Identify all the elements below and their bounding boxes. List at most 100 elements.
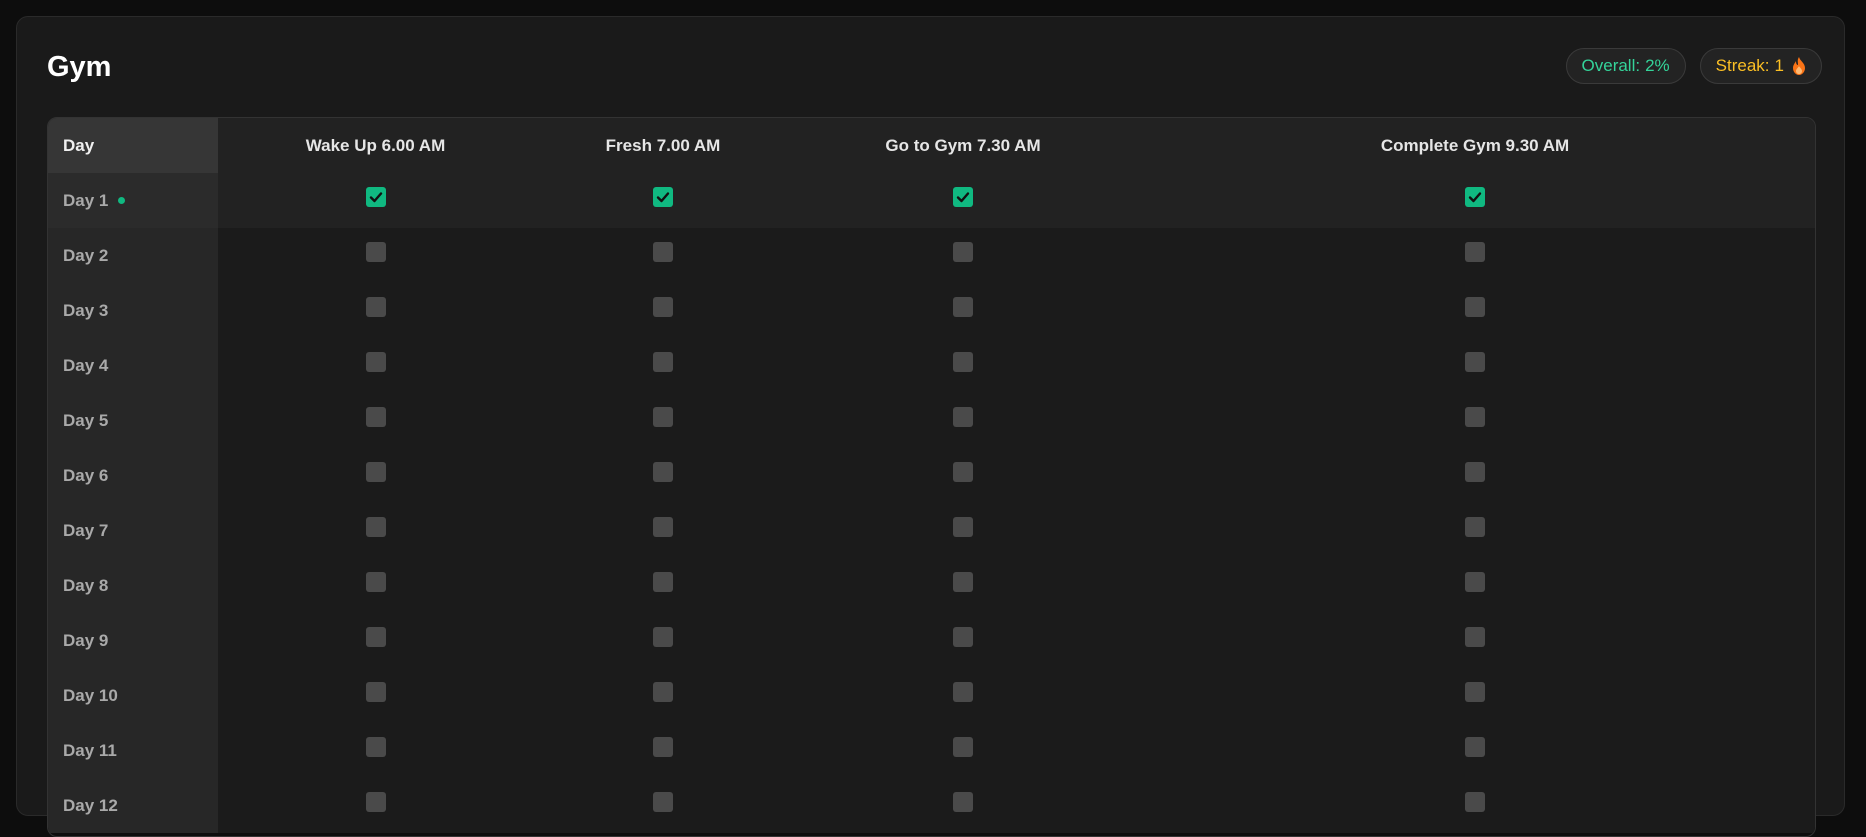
day-cell: Day 8 <box>48 558 218 613</box>
checkbox[interactable] <box>1465 351 1485 372</box>
checkbox[interactable] <box>653 241 673 262</box>
day-label: Day 2 <box>63 245 109 265</box>
check-cell <box>533 778 793 833</box>
check-cell <box>218 338 533 393</box>
check-cell <box>793 503 1133 558</box>
day-cell: Day 12 <box>48 778 218 833</box>
checkbox[interactable] <box>953 736 973 757</box>
overall-badge: Overall: 2% <box>1565 48 1686 84</box>
check-cell <box>218 613 533 668</box>
day-cell: Day 3 <box>48 283 218 338</box>
checkbox-checked[interactable] <box>653 186 673 207</box>
checkbox[interactable] <box>1465 791 1485 812</box>
checkbox-checked[interactable] <box>1465 186 1485 207</box>
checkbox[interactable] <box>653 296 673 317</box>
day-cell: Day 10 <box>48 668 218 723</box>
checkbox[interactable] <box>1465 571 1485 592</box>
checkbox[interactable] <box>1465 736 1485 757</box>
checkbox[interactable] <box>653 351 673 372</box>
checkbox[interactable] <box>953 296 973 317</box>
checkbox[interactable] <box>365 791 386 812</box>
check-cell <box>218 228 533 283</box>
day-cell: Day 7 <box>48 503 218 558</box>
streak-label: Streak: <box>1715 56 1770 75</box>
checkbox[interactable] <box>365 516 386 537</box>
check-cell <box>1133 558 1815 613</box>
checkbox[interactable] <box>653 516 673 537</box>
checkbox[interactable] <box>365 241 386 262</box>
check-cell <box>1133 448 1815 503</box>
checkbox[interactable] <box>953 461 973 482</box>
checkbox[interactable] <box>365 571 386 592</box>
check-cell <box>793 558 1133 613</box>
checkbox[interactable] <box>365 626 386 647</box>
day-column-header: Day <box>48 118 218 173</box>
checkbox[interactable] <box>653 626 673 647</box>
checkbox[interactable] <box>1465 296 1485 317</box>
checkbox[interactable] <box>1465 461 1485 482</box>
day-cell: Day 6 <box>48 448 218 503</box>
check-cell <box>1133 613 1815 668</box>
day-label: Day 1 <box>63 190 109 210</box>
check-cell <box>218 448 533 503</box>
checkbox[interactable] <box>653 571 673 592</box>
table-row: Day 5 <box>48 393 1815 448</box>
check-cell <box>218 668 533 723</box>
checkbox[interactable] <box>653 736 673 757</box>
check-cell <box>533 173 793 228</box>
check-cell <box>1133 668 1815 723</box>
table-row: Day 12 <box>48 778 1815 833</box>
check-cell <box>218 283 533 338</box>
check-cell <box>1133 393 1815 448</box>
checkbox[interactable] <box>653 681 673 702</box>
checkbox[interactable] <box>365 681 386 702</box>
checkbox[interactable] <box>953 241 973 262</box>
table-row: Day 9 <box>48 613 1815 668</box>
checkbox[interactable] <box>365 406 386 427</box>
checkbox-checked[interactable] <box>365 186 386 207</box>
check-cell <box>533 393 793 448</box>
table-row: Day 2 <box>48 228 1815 283</box>
checkbox[interactable] <box>1465 406 1485 427</box>
check-cell <box>533 613 793 668</box>
day-label: Day 9 <box>63 630 109 650</box>
checkbox[interactable] <box>653 791 673 812</box>
checkbox[interactable] <box>365 461 386 482</box>
table-header-row: Day Wake Up 6.00 AM Fresh 7.00 AM Go to Gy… <box>48 118 1815 173</box>
check-cell <box>1133 338 1815 393</box>
checkbox[interactable] <box>365 736 386 757</box>
checkbox[interactable] <box>953 406 973 427</box>
check-cell <box>533 668 793 723</box>
column-header: Fresh 7.00 AM <box>533 118 793 173</box>
checkbox[interactable] <box>953 351 973 372</box>
table-row: Day 3 <box>48 283 1815 338</box>
checkbox[interactable] <box>653 406 673 427</box>
table-row: Day 6 <box>48 448 1815 503</box>
day-cell: Day 5 <box>48 393 218 448</box>
check-cell <box>1133 503 1815 558</box>
checkbox[interactable] <box>653 461 673 482</box>
checkbox[interactable] <box>953 571 973 592</box>
check-cell <box>1133 778 1815 833</box>
checkbox[interactable] <box>953 681 973 702</box>
checkbox[interactable] <box>1465 241 1485 262</box>
checkbox[interactable] <box>953 626 973 647</box>
checkbox[interactable] <box>953 791 973 812</box>
checkbox[interactable] <box>1465 516 1485 537</box>
day-label: Day 5 <box>63 410 109 430</box>
checkbox[interactable] <box>365 296 386 317</box>
checkbox[interactable] <box>1465 626 1485 647</box>
checkbox-checked[interactable] <box>953 186 973 207</box>
check-cell <box>533 228 793 283</box>
check-cell <box>533 723 793 778</box>
check-cell <box>793 723 1133 778</box>
check-cell <box>533 558 793 613</box>
page-title: Gym <box>47 51 112 83</box>
table-row: Day 10 <box>48 668 1815 723</box>
checkbox[interactable] <box>953 516 973 537</box>
checkbox[interactable] <box>1465 681 1485 702</box>
check-cell <box>218 503 533 558</box>
table-row: Day 4 <box>48 338 1815 393</box>
checkbox[interactable] <box>365 351 386 372</box>
check-cell <box>793 173 1133 228</box>
